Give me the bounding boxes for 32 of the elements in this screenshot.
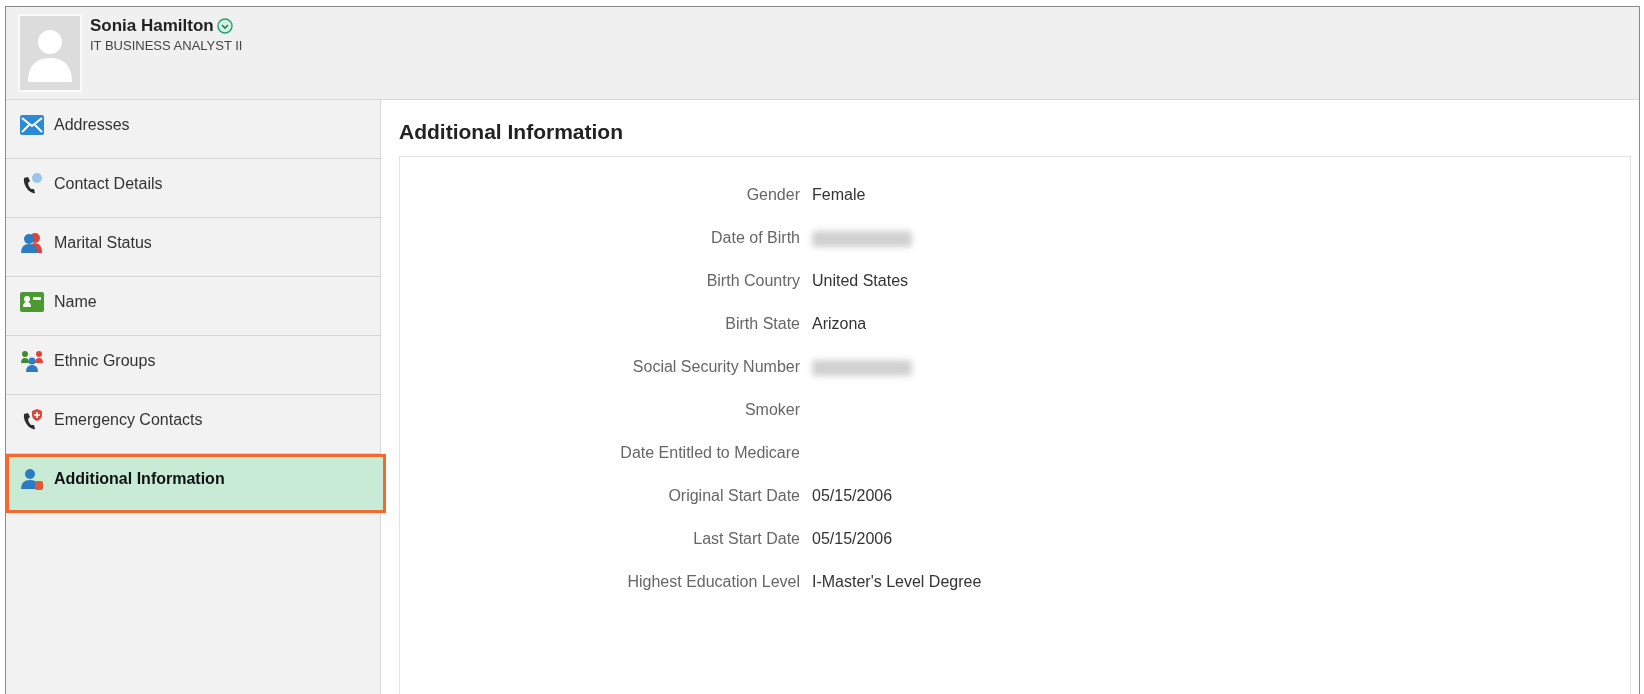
sidebar-item[interactable]: Addresses [6,100,380,159]
employee-name: Sonia Hamilton [90,16,214,36]
people-icon [20,231,44,255]
field-label: Date Entitled to Medicare [619,443,800,463]
field-value: 05/15/2006 [812,529,894,549]
sidebar-item[interactable]: Ethnic Groups [6,336,380,395]
person-icon [20,467,44,491]
sidebar-item[interactable]: Additional Information [6,454,386,513]
field-label: Birth Country [705,271,800,291]
group-icon [20,349,44,373]
field-label: Smoker [743,400,800,420]
field-value: I-Master's Level Degree [812,572,982,592]
field-label: Date of Birth [710,228,800,248]
field-label: Original Start Date [667,486,800,506]
field-value: Female [812,185,867,205]
field-label: Gender [745,185,800,205]
chevron-down-icon[interactable] [216,18,233,34]
id-card-icon [20,292,44,312]
sidebar-item[interactable]: Contact Details [6,159,380,218]
field-value: United States [812,271,910,291]
job-title: IT BUSINESS ANALYST II [90,38,243,53]
field-label: Birth State [724,314,800,334]
field-label: Last Start Date [692,529,800,549]
field-value: 05/15/2006 [812,486,894,506]
sidebar-item[interactable]: Name [6,277,380,336]
field-label: Highest Education Level [626,572,800,592]
field-value: Arizona [812,314,868,334]
field-label: Social Security Number [631,357,800,377]
sidebar-item[interactable]: Marital Status [6,218,380,277]
envelope-icon [20,115,44,135]
page-title: Additional Information [399,120,624,144]
avatar-icon [18,14,82,92]
